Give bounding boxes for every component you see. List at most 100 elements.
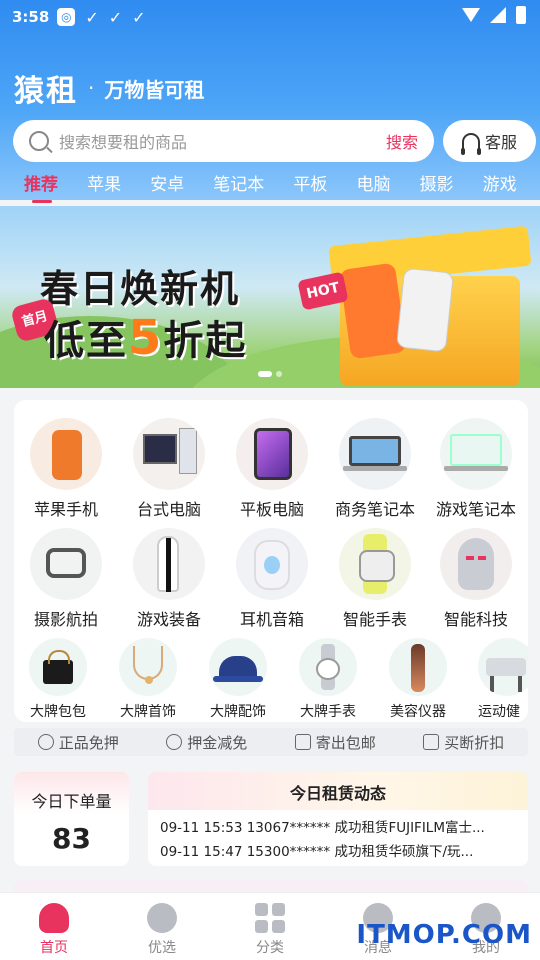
search-input[interactable]: 搜索想要租的商品 [59,129,386,153]
badge-check-icon [37,734,54,750]
app-name: 猿租 [14,74,78,109]
grid-item-label: 大牌包包 [30,704,86,720]
tab-android[interactable]: 安卓 [150,170,184,195]
speaker-icon [236,528,308,600]
nav-categories[interactable]: 分类 [216,893,324,960]
grid-item-sports[interactable]: 运动健 [456,638,528,721]
grid-item-label: 大牌首饰 [120,704,176,720]
headset-icon [460,133,481,155]
app-slogan: 万物皆可租 [104,77,205,102]
smartwatch-icon [339,528,411,600]
grid-item-label: 运动健 [478,704,520,720]
banner-discount: 5 [128,310,164,366]
grid-item-luxury-watch[interactable]: 大牌手表 [276,638,380,721]
promo-banner[interactable]: HOT 春日焕新机 首月 低至5折起 [0,206,540,388]
white-phone-image [395,267,455,353]
grid-item-label: 摄影航拍 [33,610,98,629]
customer-service-label: 客服 [484,133,517,152]
guarantee-shipping: 寄出包邮 [294,732,376,753]
search-bar[interactable]: 搜索想要租的商品 搜索 [13,120,434,162]
grid-item-gaming-laptop[interactable]: 游戏笔记本 [424,418,528,520]
search-button[interactable]: 搜索 [386,129,418,153]
grid-item-label: 智能科技 [443,610,508,629]
rental-feed-title: 今日租赁动态 [289,784,386,803]
brand-dot: · [88,76,95,100]
tab-tablet[interactable]: 平板 [293,170,327,195]
tab-recommend[interactable]: 推荐 [24,170,58,203]
yuan-icon [166,734,183,750]
grid-item-label: 游戏笔记本 [435,500,516,519]
download-done-icon: ✓ [108,7,123,27]
banner-prefix: 低至 [44,318,128,364]
nav-home[interactable]: 首页 [0,893,108,960]
tab-gaming[interactable]: 游戏 [483,170,517,195]
grid-item-audio[interactable]: 耳机音箱 [220,528,324,630]
grid-item-business-laptop[interactable]: 商务笔记本 [323,418,427,520]
bucket-hat-icon [209,638,267,696]
category-grid: 苹果手机 台式电脑 平板电脑 商务笔记本 游戏笔记本 摄影航拍 游戏装备 耳机音… [14,400,528,722]
feed-item: 09-11 15:47 15300****** 成功租赁华硕旗下/玩... [160,844,474,860]
nav-label: 首页 [40,940,68,956]
rental-feed-card[interactable]: 今日租赁动态 09-11 15:53 13067****** 成功租赁FUJIF… [148,772,528,866]
grid-item-gaming-gear[interactable]: 游戏装备 [117,528,221,630]
home-icon [39,903,69,933]
nav-label: 优选 [148,940,176,956]
handbag-icon [29,638,87,696]
rental-feed-list: 09-11 15:53 13067****** 成功租赁FUJIFILM富士..… [148,810,528,866]
grid-item-label: 商务笔记本 [334,500,415,519]
tab-photography[interactable]: 摄影 [420,170,454,195]
grid-item-label: 平板电脑 [239,500,304,519]
guarantee-bar: 正品免押 押金减免 寄出包邮 买断折扣 [14,728,528,756]
guarantee-deposit: 押金减免 [166,732,247,753]
customer-service-button[interactable]: 客服 [443,120,536,162]
guarantee-genuine: 正品免押 [37,732,119,753]
guarantee-label: 买断折扣 [444,733,505,752]
grid-item-smartwatch[interactable]: 智能手表 [323,528,427,630]
grid-item-label: 大牌手表 [300,704,356,720]
tab-laptop[interactable]: 笔记本 [213,170,264,195]
app-notification-icon: ◎ [57,8,76,26]
grid-item-desktop[interactable]: 台式电脑 [117,418,221,520]
guarantee-buyout: 买断折扣 [423,732,504,753]
grid-item-accessories[interactable]: 大牌配饰 [186,638,290,721]
grid-item-luxury-bag[interactable]: 大牌包包 [6,638,110,721]
today-orders-count: 83 [52,822,91,855]
robot-dog-icon [478,638,528,696]
banner-subheadline: 低至5折起 [44,308,247,366]
grid-item-tablet[interactable]: 平板电脑 [220,418,324,520]
signal-icon [490,7,506,23]
grid-item-smart-tech[interactable]: 智能科技 [424,528,528,630]
robot-icon [440,528,512,600]
grid-item-beauty-device[interactable]: 美容仪器 [366,638,470,721]
banner-pagination [258,371,282,377]
category-tabs: 推荐 苹果 安卓 笔记本 平板 电脑 摄影 游戏 耳机 [0,170,540,206]
laptop-icon [339,418,411,490]
necklace-icon [119,638,177,696]
iphone-icon [30,418,102,490]
tab-apple[interactable]: 苹果 [87,170,121,195]
grid-item-label: 游戏装备 [136,610,201,629]
banner-headline: 春日焕新机 [40,267,241,311]
grid-item-label: 美容仪器 [390,704,446,720]
download-done-icon: ✓ [132,7,146,27]
discount-icon [423,734,440,750]
wifi-icon [462,8,480,22]
status-bar: 3:58 ◎ ✓ ✓ ✓ [0,0,540,34]
grid-item-apple-phone[interactable]: 苹果手机 [14,418,118,520]
grid-icon [255,903,285,933]
grid-item-label: 大牌配饰 [210,704,266,720]
tab-computer[interactable]: 电脑 [356,170,390,195]
grid-item-drone[interactable]: 摄影航拍 [14,528,118,630]
download-done-icon: ✓ [85,7,99,27]
guarantee-label: 正品免押 [58,733,119,752]
guarantee-label: 寄出包邮 [315,733,376,752]
banner-suffix: 折起 [163,318,248,364]
tablet-icon [236,418,308,490]
nav-label: 分类 [256,940,284,956]
search-icon [29,131,49,151]
nav-featured[interactable]: 优选 [108,893,216,960]
guarantee-label: 押金减免 [187,733,248,752]
today-orders-card: 今日下单量 83 [14,772,129,866]
grid-item-jewelry[interactable]: 大牌首饰 [96,638,200,721]
desktop-pc-icon [133,418,205,490]
